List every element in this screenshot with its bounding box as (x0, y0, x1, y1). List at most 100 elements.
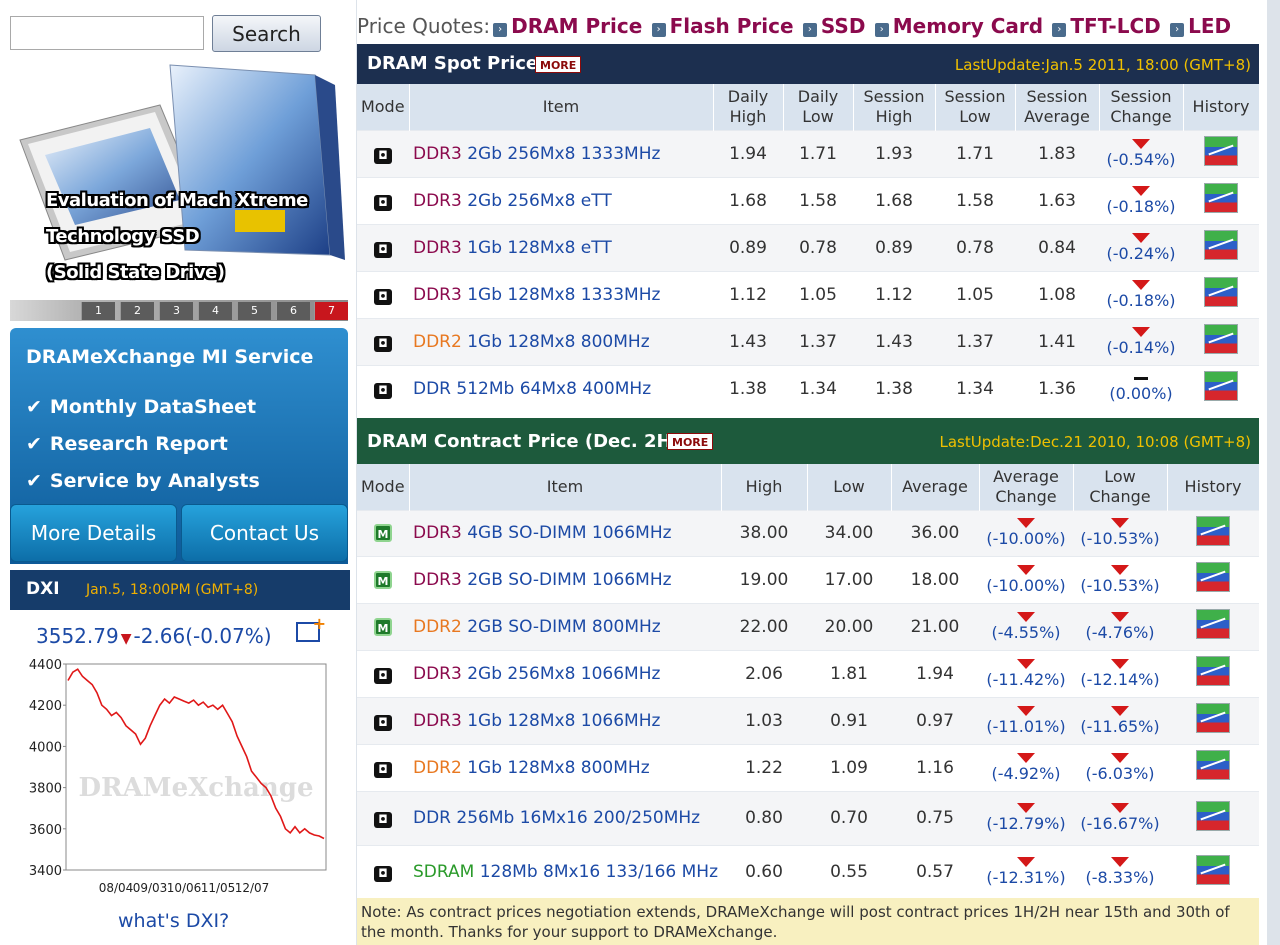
nav-ssd[interactable]: SSD (821, 14, 866, 38)
item-spec[interactable]: 2GB SO-DIMM 800MHz (467, 617, 661, 637)
item-type[interactable]: DDR3 (413, 664, 462, 684)
chip-mode-icon: ◘ (374, 761, 392, 778)
table-row[interactable]: ◘ DDR3 1Gb 128Mx8 eTT 0.89 0.78 0.89 0.78 0.84… (357, 223, 1259, 271)
item-name[interactable]: DDR3 4GB SO-DIMM 1066MHz (409, 509, 721, 556)
item-name[interactable]: DDR3 1Gb 128Mx8 1066MHz (409, 696, 721, 744)
item-type[interactable]: DDR3 (413, 285, 462, 305)
table-row[interactable]: ◘ DDR3 2Gb 256Mx8 eTT 1.68 1.58 1.68 1.58 1.63… (357, 176, 1259, 224)
item-type[interactable]: DDR3 (413, 711, 462, 731)
history-chart-icon[interactable] (1196, 515, 1230, 546)
banner-pager: 1 2 3 4 5 6 7 (10, 300, 348, 321)
table-row[interactable]: ◘ DDR 512Mb 64Mx8 400MHz 1.38 1.34 1.38 1.34 1… (357, 364, 1259, 412)
banner-page-2[interactable]: 2 (120, 302, 154, 320)
dxi-chart[interactable]: DRAMeXchange 4400 4200 4000 3800 3600 3400 08/0… (10, 652, 350, 912)
table-row[interactable]: ◘ DDR2 1Gb 128Mx8 800MHz 1.43 1.37 1.43 1.37 1… (357, 317, 1259, 365)
table-row[interactable]: ◘ DDR2 1Gb 128Mx8 800MHz 1.22 1.09 1.16 (-4.9… (357, 743, 1259, 791)
item-name[interactable]: SDRAM 128Mb 8Mx16 133/166 MHz (409, 844, 721, 899)
promo-banner[interactable]: Evaluation of Mach Xtreme Technology SSD… (10, 60, 348, 300)
add-to-calendar-icon[interactable] (296, 614, 326, 642)
history-chart-icon[interactable] (1204, 136, 1238, 166)
banner-page-4[interactable]: 4 (198, 302, 232, 320)
table-row[interactable]: ◘ DDR3 2Gb 256Mx8 1066MHz 2.06 1.81 1.94 (-11… (357, 649, 1259, 697)
item-name[interactable]: DDR3 2GB SO-DIMM 1066MHz (409, 555, 721, 603)
item-spec[interactable]: 1Gb 128Mx8 1066MHz (467, 711, 660, 731)
item-type[interactable]: SDRAM (413, 862, 474, 882)
table-row[interactable]: ◘ SDRAM 128Mb 8Mx16 133/166 MHz 0.60 0.55 0.… (357, 844, 1259, 899)
item-name[interactable]: DDR2 2GB SO-DIMM 800MHz (409, 602, 721, 650)
item-name[interactable]: DDR3 2Gb 256Mx8 eTT (409, 176, 713, 224)
item-name[interactable]: DDR2 1Gb 128Mx8 800MHz (409, 743, 721, 791)
item-type[interactable]: DDR2 (413, 617, 462, 637)
session-low: 1.58 (935, 176, 1015, 224)
item-type[interactable]: DDR3 (413, 570, 462, 590)
item-name[interactable]: DDR2 1Gb 128Mx8 800MHz (409, 317, 713, 365)
item-name[interactable]: DDR3 2Gb 256Mx8 1066MHz (409, 649, 721, 697)
history-chart-icon[interactable] (1196, 656, 1230, 686)
history-chart-icon[interactable] (1204, 371, 1238, 402)
item-name[interactable]: DDR 256Mb 16Mx16 200/250MHz (409, 790, 721, 845)
item-type[interactable]: DDR (413, 808, 451, 828)
history-chart-icon[interactable] (1196, 854, 1230, 885)
item-spec[interactable]: 1Gb 128Mx8 800MHz (467, 758, 649, 778)
item-spec[interactable]: 256Mb 16Mx16 200/250MHz (456, 808, 700, 828)
item-type[interactable]: DDR (413, 379, 451, 399)
item-spec[interactable]: 512Mb 64Mx8 400MHz (456, 379, 651, 399)
history-chart-icon[interactable] (1204, 277, 1238, 307)
table-row[interactable]: ◘ DDR3 1Gb 128Mx8 1066MHz 1.03 0.91 0.97 (-11… (357, 696, 1259, 744)
banner-page-7[interactable]: 7 (314, 302, 348, 320)
banner-page-6[interactable]: 6 (276, 302, 310, 320)
item-type[interactable]: DDR2 (413, 332, 462, 352)
table-row[interactable]: ◘ DDR3 1Gb 128Mx8 1333MHz 1.12 1.05 1.12 1.05… (357, 270, 1259, 318)
item-type[interactable]: DDR3 (413, 191, 462, 211)
item-name[interactable]: DDR3 2Gb 256Mx8 1333MHz (409, 129, 713, 177)
item-type[interactable]: DDR3 (413, 144, 462, 164)
more-details-button[interactable]: More Details (10, 504, 177, 562)
item-spec[interactable]: 2Gb 256Mx8 1333MHz (467, 144, 660, 164)
nav-led[interactable]: LED (1188, 14, 1231, 38)
table-row[interactable]: M DDR2 2GB SO-DIMM 800MHz 22.00 20.00 21.00(… (357, 602, 1259, 650)
item-name[interactable]: DDR 512Mb 64Mx8 400MHz (409, 364, 713, 412)
high: 2.06 (721, 649, 807, 697)
banner-page-5[interactable]: 5 (237, 302, 271, 320)
item-spec[interactable]: 2Gb 256Mx8 1066MHz (467, 664, 660, 684)
whats-dxi-link[interactable]: what's DXI? (118, 910, 229, 932)
banner-page-3[interactable]: 3 (159, 302, 193, 320)
table-row[interactable]: ◘ DDR3 2Gb 256Mx8 1333MHz 1.94 1.71 1.93 1.71… (357, 129, 1259, 177)
history-chart-icon[interactable] (1196, 609, 1230, 639)
table-row[interactable]: M DDR3 4GB SO-DIMM 1066MHz 38.00 34.00 36.00… (357, 509, 1259, 556)
history-chart-icon[interactable] (1196, 750, 1230, 780)
item-spec[interactable]: 128Mb 8Mx16 133/166 MHz (480, 862, 718, 882)
nav-flash-price[interactable]: Flash Price (670, 14, 794, 38)
nav-memory-card[interactable]: Memory Card (893, 14, 1043, 38)
item-type[interactable]: DDR3 (413, 523, 462, 543)
item-type[interactable]: DDR2 (413, 758, 462, 778)
history-chart-icon[interactable] (1204, 183, 1238, 213)
nav-tft-lcd[interactable]: TFT-LCD (1070, 14, 1160, 38)
item-spec[interactable]: 1Gb 128Mx8 eTT (467, 238, 612, 258)
history-chart-icon[interactable] (1204, 230, 1238, 260)
table-row[interactable]: M DDR3 2GB SO-DIMM 1066MHz 19.00 17.00 18.00… (357, 555, 1259, 603)
contact-us-button[interactable]: Contact Us (181, 504, 348, 562)
item-spec[interactable]: 2Gb 256Mx8 eTT (467, 191, 612, 211)
item-spec[interactable]: 2GB SO-DIMM 1066MHz (467, 570, 671, 590)
arrow-icon: › (493, 23, 508, 37)
banner-page-1[interactable]: 1 (81, 302, 115, 320)
item-spec[interactable]: 4GB SO-DIMM 1066MHz (467, 523, 671, 543)
change-value: (-4.92%) (991, 763, 1061, 783)
history-chart-icon[interactable] (1196, 703, 1230, 733)
item-name[interactable]: DDR3 1Gb 128Mx8 eTT (409, 223, 713, 271)
nav-dram-price[interactable]: DRAM Price (511, 14, 642, 38)
history-chart-icon[interactable] (1204, 324, 1238, 354)
table-row[interactable]: ◘ DDR 256Mb 16Mx16 200/250MHz 0.80 0.70 0.75… (357, 790, 1259, 845)
item-spec[interactable]: 1Gb 128Mx8 1333MHz (467, 285, 660, 305)
search-button[interactable]: Search (212, 15, 321, 52)
search-input[interactable] (10, 16, 204, 50)
item-spec[interactable]: 1Gb 128Mx8 800MHz (467, 332, 649, 352)
item-type[interactable]: DDR3 (413, 238, 462, 258)
item-name[interactable]: DDR3 1Gb 128Mx8 1333MHz (409, 270, 713, 318)
history-chart-icon[interactable] (1196, 800, 1230, 831)
spot-more-button[interactable]: MORE (535, 56, 582, 73)
history-chart-icon[interactable] (1196, 562, 1230, 592)
contract-more-button[interactable]: MORE (667, 433, 714, 450)
table-header-row: Mode Item High Low Average Average Chang… (357, 464, 1260, 510)
